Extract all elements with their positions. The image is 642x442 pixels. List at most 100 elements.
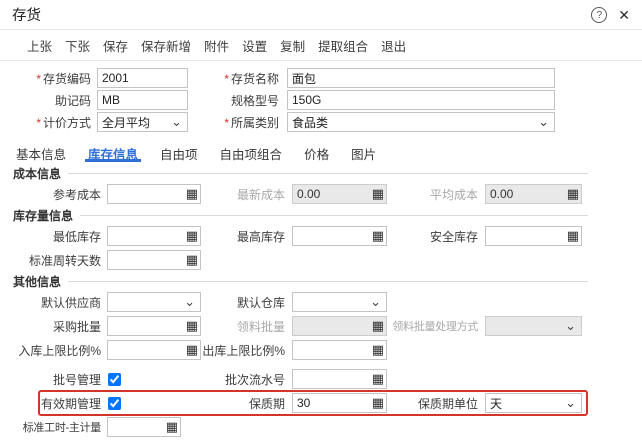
shelf-life-field: ▦ xyxy=(292,393,387,413)
max-stock-field: ▦ xyxy=(292,226,387,246)
required-marker: * xyxy=(36,71,41,86)
calculator-icon[interactable]: ▦ xyxy=(186,229,198,242)
titlebar-icons: ? ✕ xyxy=(591,6,630,23)
tab-free-item[interactable]: 自由项 xyxy=(157,142,201,162)
toolbar-settings-button[interactable]: 设置 xyxy=(242,36,267,55)
toolbar-save-new-button[interactable]: 保存新增 xyxy=(141,36,191,55)
batch-mgmt-checkbox-wrap xyxy=(105,372,201,386)
calculator-icon[interactable]: ▦ xyxy=(567,229,579,242)
mnemonic-field xyxy=(97,90,188,110)
default-supplier-select[interactable]: ⌄ xyxy=(107,292,201,312)
calculator-icon[interactable]: ▦ xyxy=(186,319,198,332)
tab-stock-info[interactable]: 库存信息 xyxy=(85,142,142,162)
purchase-batch-field: ▦ xyxy=(107,316,201,336)
calculator-icon[interactable]: ▦ xyxy=(186,343,198,356)
inventory-name-input[interactable] xyxy=(288,69,554,87)
form-row: 参考成本 ▦ 最新成本 ▦ 平均成本 ▦ xyxy=(13,184,588,204)
pricing-method-select[interactable]: 全月平均 ⌄ xyxy=(97,112,188,132)
help-icon[interactable]: ? xyxy=(591,6,608,23)
default-warehouse-label: 默认仓库 xyxy=(236,295,285,310)
validity-mgmt-checkbox[interactable] xyxy=(108,396,121,410)
calculator-icon[interactable]: ▦ xyxy=(372,396,384,409)
reference-cost-label: 参考成本 xyxy=(52,187,101,202)
pricing-method-label: * 计价方式 xyxy=(36,115,91,130)
form-row-validity: 有效期管理 保质期 ▦ 保质期单位 天⌄ xyxy=(13,390,588,416)
picking-batch-field: ▦ xyxy=(292,316,387,336)
calculator-icon[interactable]: ▦ xyxy=(372,343,384,356)
chevron-down-icon: ⌄ xyxy=(565,394,576,410)
picking-batch-method-select: ⌄ xyxy=(485,316,582,336)
toolbar-extract-combo-button[interactable]: 提取组合 xyxy=(318,36,368,55)
category-label: * 所属类别 xyxy=(224,115,279,130)
mnemonic-label: 助记码 xyxy=(54,93,91,108)
average-cost-label: 平均成本 xyxy=(429,187,478,202)
section-title: 库存量信息 xyxy=(13,209,74,223)
inventory-code-label: * 存货编码 xyxy=(36,71,91,86)
spec-field xyxy=(287,90,555,110)
inventory-code-field xyxy=(97,68,188,88)
calculator-icon[interactable]: ▦ xyxy=(186,187,198,200)
std-hours-label: 标准工时-主计量 xyxy=(22,422,102,434)
chevron-down-icon: ⌄ xyxy=(370,293,381,309)
mnemonic-input[interactable] xyxy=(98,91,187,109)
turnover-days-field: ▦ xyxy=(107,250,201,270)
min-stock-field: ▦ xyxy=(107,226,201,246)
chevron-down-icon: ⌄ xyxy=(171,113,182,129)
picking-batch-label: 领料批量 xyxy=(236,319,285,334)
default-warehouse-select[interactable]: ⌄ xyxy=(292,292,387,312)
divider xyxy=(68,281,588,282)
outbound-limit-field: ▦ xyxy=(292,340,387,360)
toolbar-attachment-button[interactable]: 附件 xyxy=(204,36,229,55)
tab-price[interactable]: 价格 xyxy=(301,142,332,162)
tab-basic-info[interactable]: 基本信息 xyxy=(13,142,69,162)
window-title: 存货 xyxy=(12,8,41,24)
toolbar-copy-button[interactable]: 复制 xyxy=(280,36,305,55)
form-row: 助记码 规格型号 xyxy=(13,90,642,110)
toolbar-exit-button[interactable]: 退出 xyxy=(381,36,406,55)
calculator-icon[interactable]: ▦ xyxy=(372,372,384,385)
category-select[interactable]: 食品类 ⌄ xyxy=(287,112,555,132)
toolbar-next-button[interactable]: 下张 xyxy=(65,36,90,55)
chevron-down-icon: ⌄ xyxy=(538,113,549,129)
toolbar-save-button[interactable]: 保存 xyxy=(103,36,128,55)
spec-input[interactable] xyxy=(288,91,554,109)
inbound-limit-field: ▦ xyxy=(107,340,201,360)
form-row: 标准工时-主计量 ▦ xyxy=(13,417,588,437)
turnover-days-label: 标准周转天数 xyxy=(28,253,101,268)
latest-cost-field: ▦ xyxy=(292,184,387,204)
tab-picture[interactable]: 图片 xyxy=(348,142,379,162)
header-form: *存货编码 *存货名称 助记码 规格型号 *计价方式 全月平均⌄ *所属类别 食… xyxy=(0,61,642,137)
form-row: 入库上限比例% ▦ 出库上限比例% ▦ xyxy=(13,340,588,360)
validity-mgmt-label: 有效期管理 xyxy=(40,396,101,411)
default-supplier-label: 默认供应商 xyxy=(40,295,101,310)
form-row: 批号管理 批次流水号 ▦ xyxy=(13,369,588,389)
tab-free-item-combo[interactable]: 自由项组合 xyxy=(217,142,286,162)
calculator-icon[interactable]: ▦ xyxy=(166,420,178,433)
required-marker: * xyxy=(224,71,229,86)
inventory-code-input[interactable] xyxy=(98,69,187,87)
form-row: 采购批量 ▦ 领料批量 ▦ 领料批量处理方式 ⌄ xyxy=(13,316,588,336)
batch-mgmt-label: 批号管理 xyxy=(52,372,101,387)
inventory-name-label: * 存货名称 xyxy=(224,71,279,86)
calculator-icon: ▦ xyxy=(371,317,384,333)
min-stock-label: 最低库存 xyxy=(52,229,101,244)
calculator-icon[interactable]: ▦ xyxy=(186,253,198,266)
batch-mgmt-checkbox[interactable] xyxy=(108,372,121,386)
toolbar-prev-button[interactable]: 上张 xyxy=(27,36,52,55)
section-stock-header: 库存量信息 xyxy=(13,209,588,223)
tab-bar: 基本信息 库存信息 自由项 自由项组合 价格 图片 xyxy=(0,137,642,162)
window-titlebar: 存货 ? ✕ xyxy=(0,0,642,30)
calculator-icon: ▦ xyxy=(371,185,384,201)
average-cost-field: ▦ xyxy=(485,184,582,204)
safe-stock-field: ▦ xyxy=(485,226,582,246)
close-icon[interactable]: ✕ xyxy=(618,8,630,22)
shelf-life-label: 保质期 xyxy=(248,396,285,411)
chevron-down-icon: ⌄ xyxy=(184,293,195,309)
shelf-life-unit-label: 保质期单位 xyxy=(417,396,478,411)
calculator-icon[interactable]: ▦ xyxy=(372,229,384,242)
shelf-life-unit-select[interactable]: 天 ⌄ xyxy=(485,393,582,413)
safe-stock-label: 安全库存 xyxy=(429,229,478,244)
section-title: 其他信息 xyxy=(13,275,62,289)
max-stock-label: 最高库存 xyxy=(236,229,285,244)
toolbar: 上张 下张 保存 保存新增 附件 设置 复制 提取组合 退出 xyxy=(0,30,642,61)
